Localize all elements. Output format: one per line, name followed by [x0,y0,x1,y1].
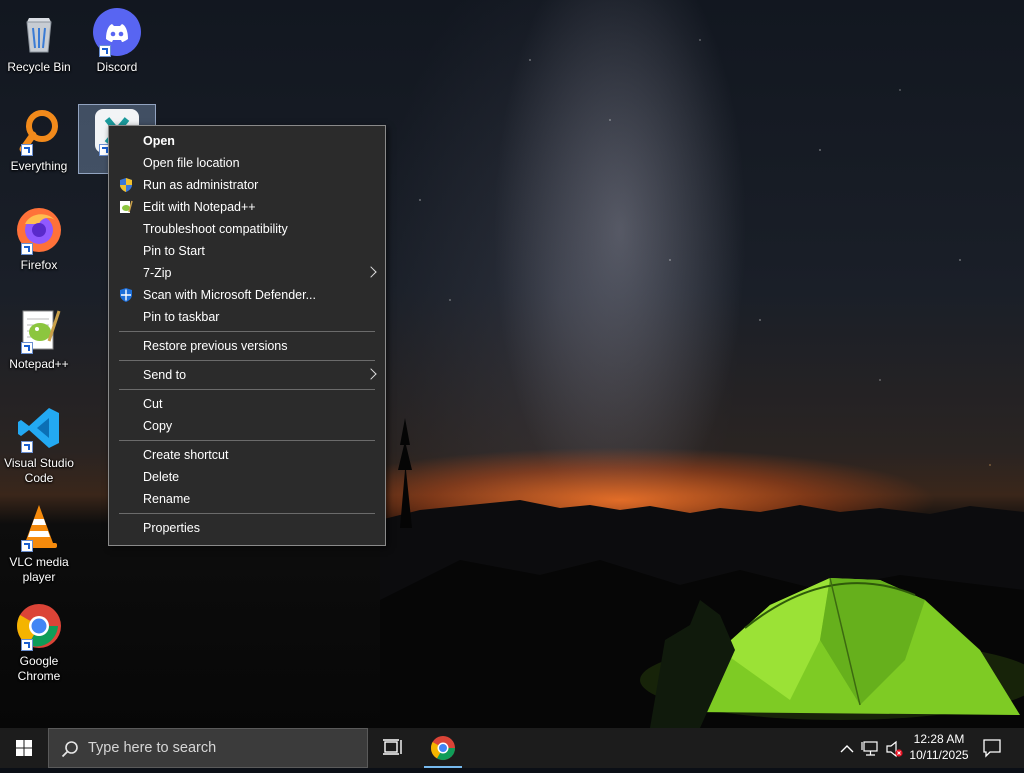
menu-item-label: Create shortcut [143,448,229,462]
chevron-up-icon [840,745,854,753]
menu-item-7zip[interactable]: 7-Zip [109,262,385,284]
taskbar-clock[interactable]: 12:28 AM 10/11/2025 [904,731,974,763]
menu-item-send-to[interactable]: Send to [109,364,385,386]
menu-item-label: Cut [143,397,163,411]
search-placeholder: Type here to search [88,740,217,756]
menu-item-label: Restore previous versions [143,339,288,353]
menu-separator [119,331,375,332]
menu-item-properties[interactable]: Properties [109,517,385,539]
menu-item-label: Edit with Notepad++ [143,200,256,214]
menu-item-pin-to-start[interactable]: Pin to Start [109,240,385,262]
windows-logo-icon [16,740,32,756]
shortcut-arrow-icon [99,45,111,57]
clock-time: 12:28 AM [913,732,965,746]
start-button[interactable] [0,728,48,768]
shortcut-arrow-icon [21,243,33,255]
taskbar-chrome-button[interactable] [424,728,462,768]
discord-icon [93,8,141,57]
vlc-icon [15,503,63,552]
shortcut-arrow-icon [21,144,33,156]
menu-item-edit-notepadpp[interactable]: Edit with Notepad++ [109,196,385,218]
menu-item-delete[interactable]: Delete [109,466,385,488]
chrome-icon [430,736,455,761]
recycle-bin-icon [15,8,63,56]
menu-item-label: 7-Zip [143,266,172,280]
menu-item-create-shortcut[interactable]: Create shortcut [109,444,385,466]
desktop-icon-label: Firefox [20,258,58,272]
chrome-icon [15,602,63,651]
desktop-icon-label: VLC media player [9,555,69,584]
menu-item-rename[interactable]: Rename [109,488,385,510]
menu-separator [119,389,375,390]
action-center-button[interactable] [982,738,1002,758]
task-view-button[interactable] [378,728,406,768]
desktop-icon-label: Visual Studio Code [4,456,74,485]
menu-item-label: Properties [143,521,200,535]
network-button[interactable] [860,728,882,768]
notepadpp-icon [120,200,133,213]
menu-item-label: Open file location [143,156,240,170]
taskbar: Type here to search 12:28 AM 10/11/2025 [0,728,1024,768]
menu-separator [119,360,375,361]
desktop-icon-everything[interactable]: Everything [2,107,76,174]
volume-muted-icon [886,740,903,758]
menu-item-open[interactable]: Open [109,130,385,152]
menu-item-run-as-admin[interactable]: Run as administrator [109,174,385,196]
desktop-icon-vlc[interactable]: VLC media player [2,503,76,585]
desktop-icon-label: Recycle Bin [7,60,71,74]
search-icon [61,741,78,758]
context-menu: Open Open file location Run as administr… [108,125,386,546]
desktop-icon-recycle-bin[interactable]: Recycle Bin [2,8,76,75]
defender-icon [120,288,132,302]
shortcut-arrow-icon [21,342,33,354]
desktop-icon-vscode[interactable]: Visual Studio Code [2,404,76,486]
menu-item-pin-to-taskbar[interactable]: Pin to taskbar [109,306,385,328]
shortcut-arrow-icon [21,441,33,453]
menu-item-label: Troubleshoot compatibility [143,222,288,236]
network-icon [861,741,878,756]
vscode-icon [15,404,63,453]
desktop-icon-label: Google Chrome [17,654,61,683]
menu-item-label: Copy [143,419,173,433]
menu-item-restore-previous-versions[interactable]: Restore previous versions [109,335,385,357]
menu-item-label: Send to [143,368,187,382]
desktop-icon-firefox[interactable]: Firefox [2,206,76,273]
chevron-right-icon [365,368,377,380]
task-view-icon [383,739,402,755]
shortcut-arrow-icon [21,540,33,552]
menu-item-copy[interactable]: Copy [109,415,385,437]
desktop-icon-label: Everything [10,159,68,173]
volume-button[interactable] [884,728,904,768]
menu-item-cut[interactable]: Cut [109,393,385,415]
menu-item-open-file-location[interactable]: Open file location [109,152,385,174]
menu-item-label: Run as administrator [143,178,259,192]
everything-search-icon [15,107,63,156]
desktop-icon-discord[interactable]: Discord [80,8,154,75]
taskbar-search-box[interactable]: Type here to search [48,728,368,768]
shortcut-arrow-icon [21,639,33,651]
chevron-right-icon [365,266,377,278]
desktop-icon-label: Discord [96,60,138,74]
desktop-icon-label: Notepad++ [9,357,69,371]
clock-date: 10/11/2025 [909,748,969,762]
menu-item-label: Open [143,134,175,148]
menu-item-scan-defender[interactable]: Scan with Microsoft Defender... [109,284,385,306]
menu-item-label: Scan with Microsoft Defender... [143,288,316,302]
show-hidden-icons-button[interactable] [838,728,856,768]
desktop-icon-notepadpp[interactable]: Notepad++ [2,305,76,372]
menu-item-label: Delete [143,470,180,484]
firefox-icon [15,206,63,255]
notification-icon [983,739,1001,758]
menu-item-label: Pin to taskbar [143,310,220,324]
menu-separator [119,513,375,514]
menu-item-troubleshoot-compatibility[interactable]: Troubleshoot compatibility [109,218,385,240]
menu-item-label: Rename [143,492,191,506]
menu-item-label: Pin to Start [143,244,205,258]
menu-separator [119,440,375,441]
uac-shield-icon [120,178,132,192]
notepadpp-icon [15,305,63,354]
desktop-icon-chrome[interactable]: Google Chrome [2,602,76,684]
